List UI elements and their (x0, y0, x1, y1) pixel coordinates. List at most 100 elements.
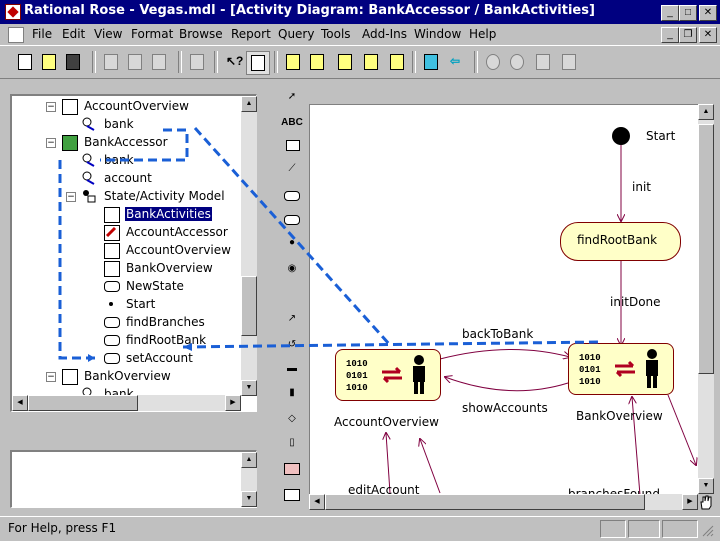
menu-edit[interactable]: Edit (62, 27, 85, 41)
transition-init-label[interactable]: init (632, 180, 651, 194)
end-state-icon[interactable]: ◉ (281, 258, 303, 280)
browser-vertical-scrollbar[interactable]: ▲ ▼ (241, 96, 257, 396)
status-panel (600, 520, 626, 538)
browse-class-diagram-icon[interactable] (282, 51, 304, 73)
activity-icon[interactable] (281, 208, 303, 230)
status-panel (662, 520, 698, 538)
print-icon[interactable] (186, 51, 208, 73)
start-icon (104, 297, 118, 311)
menu-help[interactable]: Help (469, 27, 496, 41)
scroll-left-button[interactable]: ◀ (12, 395, 28, 411)
doc-restore-button[interactable]: ❐ (679, 27, 697, 43)
scroll-thumb[interactable] (28, 395, 138, 411)
browser-horizontal-scrollbar[interactable]: ◀ ▶ (12, 395, 241, 411)
transition-to-self-icon[interactable]: ↺ (281, 334, 303, 356)
activity-BankOverview[interactable]: 1010 0101 1010 (568, 343, 674, 395)
save-icon[interactable] (62, 51, 84, 73)
start-state[interactable] (612, 127, 630, 145)
rational-rose-app-icon[interactable] (5, 4, 21, 20)
resize-grip-icon[interactable] (700, 523, 714, 537)
fit-in-window-icon[interactable] (532, 51, 554, 73)
actor-diagram-icon (104, 261, 120, 277)
menu-format[interactable]: Format (131, 27, 173, 41)
scroll-right-button[interactable]: ▶ (682, 494, 698, 510)
doc-minimize-button[interactable]: _ (661, 27, 679, 43)
menu-file[interactable]: File (32, 27, 52, 41)
activity-icon (104, 317, 120, 328)
scroll-up-button[interactable]: ▲ (241, 452, 257, 468)
actor-diagram-icon (104, 225, 120, 241)
transition-showAccounts-label[interactable]: showAccounts (462, 401, 548, 415)
doc-vertical-scrollbar[interactable]: ▲ ▼ (241, 452, 257, 507)
object-flow-icon[interactable] (281, 484, 303, 506)
status-help-text: For Help, press F1 (8, 521, 117, 535)
browse-previous-icon[interactable]: ⇦ (446, 51, 468, 73)
state-icon[interactable] (281, 184, 303, 206)
menu-report[interactable]: Report (231, 27, 271, 41)
decision-icon[interactable]: ◇ (281, 408, 303, 430)
object-icon[interactable] (281, 458, 303, 480)
scroll-thumb[interactable] (325, 494, 645, 510)
doc-close-button[interactable]: ✕ (699, 27, 717, 43)
note-icon[interactable] (281, 134, 303, 156)
context-help-icon[interactable]: ↖? (222, 51, 244, 73)
vertical-sync-icon[interactable]: ▮ (281, 382, 303, 404)
anchor-note-icon[interactable]: ⟋ (281, 158, 303, 180)
transition-initDone-label[interactable]: initDone (610, 295, 661, 309)
menu-query[interactable]: Query (278, 27, 314, 41)
swimlane-icon[interactable]: ▯ (281, 432, 303, 454)
activity-diagram-canvas[interactable]: Start init findRootBank initDone backToB… (309, 104, 699, 501)
new-icon[interactable] (14, 51, 36, 73)
zoom-in-icon[interactable] (482, 51, 504, 73)
AccountOverview-label: AccountOverview (334, 415, 439, 429)
activity-findRootBank[interactable]: findRootBank (560, 222, 681, 261)
scroll-up-button[interactable]: ▲ (698, 104, 714, 120)
splitter[interactable] (10, 420, 257, 438)
selection-arrow-icon[interactable]: ➚ (281, 86, 303, 108)
scroll-right-button[interactable]: ▶ (225, 395, 241, 411)
menu-add-ins[interactable]: Add-Ins (362, 27, 407, 41)
diagram-horizontal-scrollbar[interactable]: ◀ ▶ (309, 494, 698, 510)
zoom-out-icon[interactable] (506, 51, 528, 73)
scroll-up-button[interactable]: ▲ (241, 96, 257, 112)
paste-icon[interactable] (148, 51, 170, 73)
state-transition-icon[interactable]: ↗ (281, 308, 303, 330)
text-box-icon[interactable]: ABC (281, 112, 303, 134)
scroll-down-button[interactable]: ▼ (241, 491, 257, 507)
scroll-thumb[interactable] (698, 124, 714, 374)
scroll-thumb[interactable] (241, 276, 257, 336)
minimize-button[interactable]: _ (661, 5, 679, 21)
open-icon[interactable] (38, 51, 60, 73)
browse-component-diagram-icon[interactable] (334, 51, 356, 73)
horizontal-sync-icon[interactable]: ▬ (281, 358, 303, 380)
state-icon (104, 281, 120, 292)
menu-window[interactable]: Window (414, 27, 461, 41)
menu-browse[interactable]: Browse (179, 27, 223, 41)
browse-interaction-diagram-icon[interactable] (306, 51, 328, 73)
association-icon (82, 171, 96, 185)
transition-backToBank-label[interactable]: backToBank (462, 327, 533, 341)
undo-fit-icon[interactable] (558, 51, 580, 73)
maximize-button[interactable]: □ (679, 5, 697, 21)
documentation-window[interactable]: ▲ ▼ (10, 450, 257, 508)
exchange-arrows-icon (615, 360, 635, 378)
close-button[interactable]: ✕ (699, 5, 717, 21)
scroll-left-button[interactable]: ◀ (309, 494, 325, 510)
copy-icon[interactable] (124, 51, 146, 73)
menu-view[interactable]: View (94, 27, 122, 41)
browse-state-diagram-icon[interactable] (360, 51, 382, 73)
start-label: Start (646, 129, 676, 143)
browse-parent-icon[interactable] (420, 51, 442, 73)
scroll-down-button[interactable]: ▼ (698, 478, 714, 494)
scroll-down-button[interactable]: ▼ (241, 380, 257, 396)
activity-AccountOverview[interactable]: 1010 0101 1010 (335, 349, 441, 401)
document-icon[interactable] (8, 27, 24, 43)
menu-bar: File Edit View Format Browse Report Quer… (0, 24, 720, 44)
menu-tools[interactable]: Tools (321, 27, 351, 41)
view-doc-icon[interactable] (246, 51, 270, 75)
model-browser[interactable]: − AccountOverview bank − BankAccessor ba… (10, 94, 257, 412)
browse-deployment-diagram-icon[interactable] (386, 51, 408, 73)
cut-icon[interactable] (100, 51, 122, 73)
diagram-vertical-scrollbar[interactable]: ▲ ▼ (698, 104, 714, 494)
start-state-icon[interactable]: ● (281, 232, 303, 254)
